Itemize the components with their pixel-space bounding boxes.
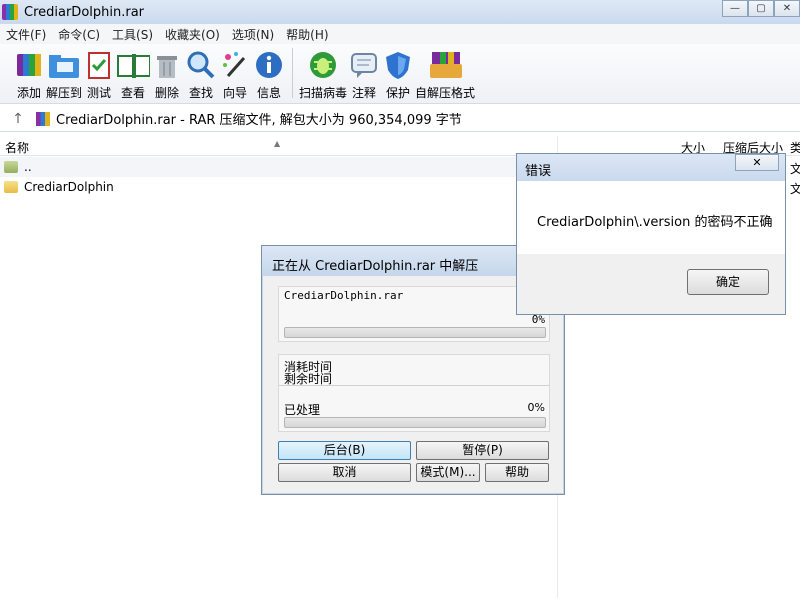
menu-tools[interactable]: 工具(S)	[106, 26, 159, 43]
menu-commands[interactable]: 命令(C)	[52, 26, 106, 43]
window-controls: — ▢ ✕	[722, 0, 800, 17]
toolbar-extract-label: 解压到	[46, 86, 83, 100]
toolbar-delete-button[interactable]: 删除	[150, 44, 184, 102]
toolbar-test-label: 测试	[87, 86, 112, 100]
sort-indicator-icon: ▲	[274, 139, 281, 148]
view-icon	[116, 49, 151, 81]
winrar-app-icon	[2, 4, 18, 20]
current-file-name: CrediarDolphin.rar	[284, 289, 404, 302]
protect-icon	[381, 49, 415, 81]
error-dialog: 错误 ✕ CrediarDolphin\.version 的密码不正确 确定	[516, 153, 786, 315]
parent-folder-icon	[4, 161, 18, 173]
file-row-type: 文	[790, 182, 800, 196]
toolbar-wizard-label: 向导	[223, 86, 248, 100]
toolbar-wizard-button[interactable]: 向导	[218, 44, 252, 102]
menu-favorites[interactable]: 收藏夹(O)	[159, 26, 226, 43]
comment-icon	[347, 49, 381, 81]
title-bar: CrediarDolphin.rar — ▢ ✕	[0, 0, 800, 24]
cancel-button[interactable]: 取消	[278, 463, 411, 482]
toolbar-sfx-button[interactable]: 自解压格式	[415, 44, 475, 102]
panel-divider	[279, 385, 549, 386]
window-title: CrediarDolphin.rar	[24, 4, 145, 20]
toolbar-virus-scan-label: 扫描病毒	[299, 86, 348, 100]
pause-button[interactable]: 暂停(P)	[416, 441, 549, 460]
toolbar-protect-button[interactable]: 保护	[381, 44, 415, 102]
toolbar-view-label: 查看	[121, 86, 146, 100]
toolbar-comment-label: 注释	[352, 86, 377, 100]
close-button[interactable]: ✕	[774, 0, 800, 17]
toolbar-info-button[interactable]: 信息	[252, 44, 286, 102]
file-row-name: ..	[24, 160, 32, 174]
toolbar-find-button[interactable]: 查找	[184, 44, 218, 102]
toolbar-separator	[292, 48, 294, 98]
up-folder-icon[interactable]: ↑	[0, 111, 36, 127]
folder-icon	[4, 181, 18, 193]
maximize-button[interactable]: ▢	[748, 0, 774, 17]
sfx-icon	[428, 49, 463, 81]
file-row-type: 文	[790, 162, 800, 176]
toolbar-add-label: 添加	[16, 86, 41, 100]
menu-file[interactable]: 文件(F)	[0, 26, 52, 43]
add-archive-icon	[12, 49, 46, 81]
toolbar: 添加 解压到 测试 查看 删除 查找 向导 信息 扫描病毒 注释 保护 自解压格…	[0, 44, 800, 104]
error-message: CrediarDolphin\.version 的密码不正确	[537, 215, 773, 230]
archive-path: CrediarDolphin.rar - RAR 压缩文件, 解包大小为 960…	[56, 113, 462, 128]
delete-icon	[150, 49, 184, 81]
wizard-icon	[218, 49, 252, 81]
error-close-button[interactable]: ✕	[735, 154, 779, 171]
toolbar-virus-scan-button[interactable]: 扫描病毒	[299, 44, 347, 102]
total-progress-panel: 消耗时间 剩余时间 已处理 0%	[278, 354, 550, 432]
virus-scan-icon	[306, 49, 340, 81]
toolbar-sfx-label: 自解压格式	[415, 86, 476, 100]
background-button[interactable]: 后台(B)	[278, 441, 411, 460]
column-type[interactable]: 类	[790, 139, 800, 156]
menu-bar: 文件(F) 命令(C) 工具(S) 收藏夹(O) 选项(N) 帮助(H)	[0, 24, 800, 44]
toolbar-protect-label: 保护	[386, 86, 411, 100]
info-icon	[252, 49, 286, 81]
toolbar-test-button[interactable]: 测试	[82, 44, 116, 102]
processed-percent: 0%	[527, 401, 545, 414]
test-icon	[82, 49, 116, 81]
menu-help[interactable]: 帮助(H)	[280, 26, 334, 43]
file-row-name: CrediarDolphin	[24, 180, 114, 194]
processed-label: 已处理	[284, 403, 321, 417]
toolbar-view-button[interactable]: 查看	[116, 44, 151, 102]
menu-options[interactable]: 选项(N)	[226, 26, 280, 43]
ok-button[interactable]: 确定	[687, 269, 769, 295]
toolbar-info-label: 信息	[257, 86, 282, 100]
address-bar: ↑ CrediarDolphin.rar - RAR 压缩文件, 解包大小为 9…	[0, 106, 800, 132]
minimize-button[interactable]: —	[722, 0, 748, 17]
toolbar-add-button[interactable]: 添加	[12, 44, 46, 102]
toolbar-extract-button[interactable]: 解压到	[46, 44, 82, 102]
extract-to-icon	[47, 49, 81, 81]
column-name[interactable]: 名称	[5, 139, 29, 156]
help-button[interactable]: 帮助	[485, 463, 549, 482]
toolbar-find-label: 查找	[189, 86, 214, 100]
mode-button[interactable]: 模式(M)...	[416, 463, 480, 482]
file-row-folder[interactable]: CrediarDolphin	[0, 177, 556, 197]
total-progress-bar	[284, 417, 546, 428]
toolbar-comment-button[interactable]: 注释	[347, 44, 381, 102]
find-icon	[184, 49, 218, 81]
rar-archive-icon	[36, 111, 50, 126]
file-progress-bar	[284, 327, 546, 338]
file-row-parent[interactable]: ..	[0, 157, 556, 177]
toolbar-delete-label: 删除	[155, 86, 180, 100]
file-progress-panel: CrediarDolphin.rar 0%	[278, 286, 550, 342]
